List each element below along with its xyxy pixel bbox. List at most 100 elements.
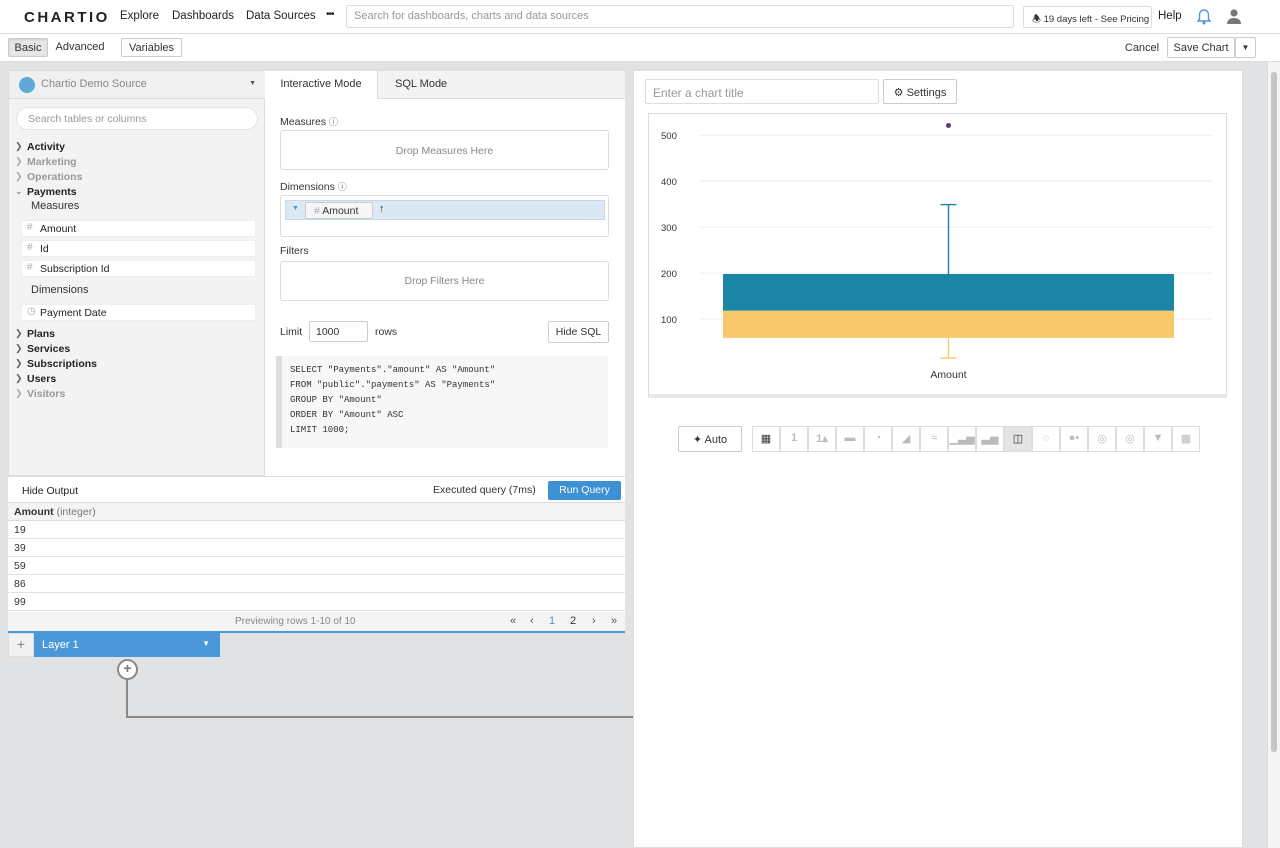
scatter-chart-icon[interactable]: ⁘ <box>1032 426 1060 452</box>
preview-status: Previewing rows 1-10 of 10 <box>235 616 356 627</box>
help-icon: ⓘ <box>329 117 339 127</box>
pager-last[interactable]: » <box>611 615 617 627</box>
nav-help[interactable]: Help <box>1158 10 1182 22</box>
sort-ascending-icon[interactable]: ↑ <box>379 203 385 215</box>
bubble-chart-icon[interactable]: ●• <box>1060 426 1088 452</box>
save-options-dropdown-icon[interactable]: ▼ <box>1235 37 1256 58</box>
chevron-right-icon[interactable]: ❯ <box>15 328 23 339</box>
dimension-options-icon[interactable]: ▼ <box>292 205 299 212</box>
limit-input[interactable]: 1000 <box>309 321 368 342</box>
field-payment-date[interactable]: ◷ Payment Date <box>21 304 256 321</box>
pager-page-1[interactable]: 1 <box>549 615 555 627</box>
hide-output-button[interactable]: Hide Output <box>22 485 78 497</box>
chart-panel: Enter a chart title ⚙ Settings 100 200 300… <box>633 70 1243 848</box>
nav-explore[interactable]: Explore <box>120 10 159 22</box>
settings-button[interactable]: ⚙ Settings <box>883 79 957 104</box>
pager-next[interactable]: › <box>592 615 596 627</box>
table-marketing[interactable]: Marketing <box>27 156 77 168</box>
bar-chart-icon[interactable]: ▁▃▅ <box>948 426 976 452</box>
map-chart-icon[interactable]: ◎ <box>1088 426 1116 452</box>
chevron-right-icon[interactable]: ❯ <box>15 171 23 182</box>
chevron-right-icon[interactable]: ❯ <box>15 343 23 354</box>
more-menu-icon[interactable]: ••• <box>326 9 334 20</box>
hide-sql-button[interactable]: Hide SQL <box>548 321 609 343</box>
field-label: Payment Date <box>40 307 107 319</box>
table-search-input[interactable]: Search tables or columns <box>16 107 258 130</box>
nav-data-sources[interactable]: Data Sources <box>246 10 316 22</box>
run-query-button[interactable]: Run Query <box>548 481 621 500</box>
advanced-mode-button[interactable]: Advanced <box>48 38 112 57</box>
page-scrollbar[interactable] <box>1267 62 1280 848</box>
auto-chart-button[interactable]: ✦ Auto <box>678 426 742 452</box>
chartio-logo[interactable]: CHARTIO <box>24 9 110 26</box>
table-subscriptions[interactable]: Subscriptions <box>27 358 97 370</box>
dimension-row: ▼ # Amount ↑ <box>285 200 605 220</box>
tab-interactive-mode[interactable]: Interactive Mode <box>265 71 378 99</box>
layer-tab-layer-1[interactable]: Layer 1 ▼ <box>34 633 220 657</box>
data-source-selector[interactable]: Chartio Demo Source ▼ <box>9 71 266 99</box>
dimensions-drop-zone[interactable]: ▼ # Amount ↑ <box>280 195 609 237</box>
field-id[interactable]: # Id <box>21 240 256 257</box>
gear-icon: ⚙ <box>893 87 904 99</box>
funnel-chart-icon[interactable]: ▼ <box>1144 426 1172 452</box>
variables-button[interactable]: Variables <box>121 38 182 57</box>
chevron-right-icon[interactable]: ❯ <box>15 156 23 167</box>
dimensions-label: Dimensions ⓘ <box>280 181 347 193</box>
filters-drop-zone[interactable]: Drop Filters Here <box>280 261 609 301</box>
scrollbar-thumb[interactable] <box>1271 72 1277 752</box>
pager-page-2[interactable]: 2 <box>570 615 576 627</box>
nav-dashboards[interactable]: Dashboards <box>172 10 234 22</box>
table-payments[interactable]: Payments <box>27 186 77 198</box>
dimension-pill-amount[interactable]: # Amount <box>305 202 373 219</box>
query-output: Hide Output Executed query (7ms) Run Que… <box>8 476 625 633</box>
add-step-icon[interactable]: + <box>117 659 138 680</box>
measures-drop-zone[interactable]: Drop Measures Here <box>280 130 609 170</box>
save-chart-button[interactable]: Save Chart <box>1167 37 1235 58</box>
column-name: Amount <box>14 506 54 518</box>
tab-sql-mode[interactable]: SQL Mode <box>378 71 625 99</box>
pager-prev[interactable]: ‹ <box>530 615 534 627</box>
value-change-chart-icon[interactable]: 1▴ <box>808 426 836 452</box>
table-visitors[interactable]: Visitors <box>27 388 65 400</box>
table-users[interactable]: Users <box>27 373 56 385</box>
globe-chart-icon[interactable]: ◎ <box>1116 426 1144 452</box>
chart-title-input[interactable]: Enter a chart title <box>645 79 879 104</box>
pie-chart-icon[interactable]: ◔ <box>864 426 892 452</box>
gauge-chart-icon[interactable]: ▬ <box>836 426 864 452</box>
table-activity[interactable]: Activity <box>27 141 65 153</box>
chevron-down-icon[interactable]: ⌄ <box>15 186 23 197</box>
chevron-right-icon[interactable]: ❯ <box>15 388 23 399</box>
trial-badge[interactable]: 🕭 19 days left - See Pricing <box>1023 6 1152 28</box>
x-category-label: Amount <box>930 369 966 381</box>
table-plans[interactable]: Plans <box>27 328 55 340</box>
hash-icon: # <box>27 222 33 233</box>
chevron-right-icon[interactable]: ❯ <box>15 373 23 384</box>
image-chart-icon[interactable]: ▩ <box>1172 426 1200 452</box>
global-search-input[interactable]: Search for dashboards, charts and data s… <box>346 5 1014 28</box>
field-label: Id <box>40 243 49 255</box>
cancel-button[interactable]: Cancel <box>1122 38 1162 57</box>
add-layer-button[interactable]: + <box>8 633 34 657</box>
line-chart-icon[interactable]: ≈ <box>920 426 948 452</box>
chevron-right-icon[interactable]: ❯ <box>15 358 23 369</box>
basic-mode-button[interactable]: Basic <box>8 38 48 57</box>
notifications-icon[interactable] <box>1196 8 1212 25</box>
chevron-right-icon[interactable]: ❯ <box>15 141 23 152</box>
table-chart-icon[interactable]: ▦ <box>752 426 780 452</box>
help-icon: ⓘ <box>337 182 347 192</box>
user-avatar-icon[interactable] <box>1226 8 1242 24</box>
chevron-down-icon[interactable]: ▼ <box>202 639 210 648</box>
area-chart-icon[interactable]: ◢ <box>892 426 920 452</box>
field-label: Amount <box>40 223 77 235</box>
bar-line-chart-icon[interactable]: ▃▅ <box>976 426 1004 452</box>
box-plot-chart-icon[interactable]: ◫ <box>1004 426 1032 452</box>
field-subscription-id[interactable]: # Subscription Id <box>21 260 256 277</box>
pipeline-connector <box>126 716 634 718</box>
field-amount[interactable]: # Amount <box>21 220 256 237</box>
table-services[interactable]: Services <box>27 343 70 355</box>
sql-preview: SELECT "Payments"."amount" AS "Amount" F… <box>276 356 608 448</box>
y-tick-label: 100 <box>661 315 677 326</box>
pager-first[interactable]: « <box>510 615 516 627</box>
table-operations[interactable]: Operations <box>27 171 82 183</box>
single-value-chart-icon[interactable]: 1 <box>780 426 808 452</box>
